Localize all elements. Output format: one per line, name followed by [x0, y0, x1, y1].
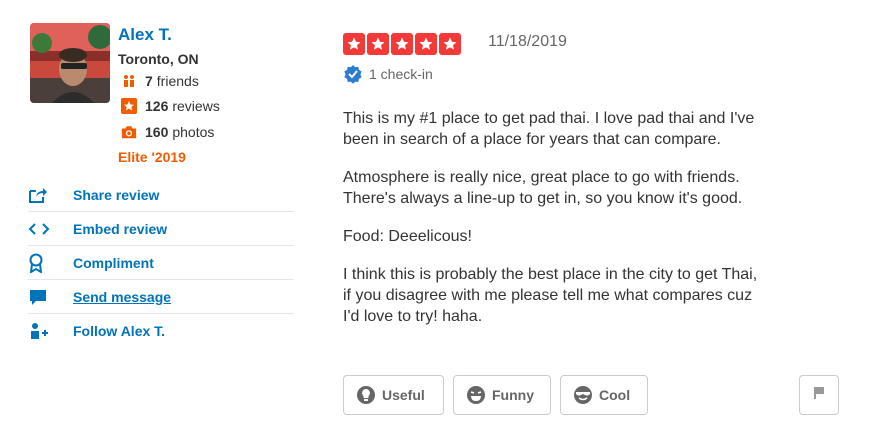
avatar[interactable]: [30, 23, 110, 103]
award-ribbon-icon: [28, 253, 54, 273]
user-location: Toronto, ON: [118, 51, 199, 67]
funny-button[interactable]: Funny: [453, 375, 551, 415]
photos-count: 160: [145, 124, 169, 140]
follow-user-link[interactable]: Follow Alex T.: [73, 323, 165, 339]
checkin-count: 1 check-in: [369, 66, 433, 82]
review-paragraph: This is my #1 place to get pad thai. I l…: [343, 110, 755, 148]
star-icon: [121, 98, 137, 114]
share-icon: [28, 185, 54, 205]
elite-badge[interactable]: Elite '2019: [118, 149, 186, 165]
reviews-count: 126: [145, 98, 169, 114]
photos-stat: 160 photos: [121, 124, 214, 140]
laughing-face-icon: [466, 385, 486, 405]
review-paragraph: I think this is probably the best place …: [343, 266, 758, 325]
lightbulb-icon: [356, 385, 376, 405]
checkin-badge-icon: [343, 64, 363, 84]
send-message-action[interactable]: Send message: [28, 280, 294, 314]
star-icon: [367, 33, 389, 55]
useful-button[interactable]: Useful: [343, 375, 444, 415]
chat-bubble-icon: [28, 287, 54, 307]
sunglasses-face-icon: [573, 385, 593, 405]
star-icon: [439, 33, 461, 55]
camera-icon: [121, 124, 137, 140]
photos-label: photos: [172, 124, 215, 140]
star-icon: [415, 33, 437, 55]
star-icon: [343, 33, 365, 55]
follow-user-icon: [28, 321, 54, 341]
embed-review-link[interactable]: Embed review: [73, 221, 167, 237]
review-body: This is my #1 place to get pad thai. I l…: [343, 108, 848, 344]
send-message-link[interactable]: Send message: [73, 289, 171, 305]
embed-icon: [28, 219, 54, 239]
review-paragraph: Food: Deeelicous!: [343, 228, 472, 245]
review-actions: Share review Embed review Compliment Sen…: [28, 178, 294, 347]
star-rating: [343, 33, 461, 55]
checkin-info: 1 check-in: [343, 64, 433, 84]
cool-label: Cool: [599, 387, 631, 403]
compliment-action[interactable]: Compliment: [28, 246, 294, 280]
friends-label: friends: [156, 73, 199, 89]
reviews-stat: 126 reviews: [121, 98, 220, 114]
embed-review-action[interactable]: Embed review: [28, 212, 294, 246]
review-date: 11/18/2019: [488, 33, 567, 50]
reviews-label: reviews: [172, 98, 220, 114]
star-icon: [391, 33, 413, 55]
share-review-action[interactable]: Share review: [28, 178, 294, 212]
share-review-link[interactable]: Share review: [73, 187, 159, 203]
cool-button[interactable]: Cool: [560, 375, 648, 415]
friends-icon: [121, 73, 137, 89]
flag-icon: [812, 386, 826, 405]
report-button[interactable]: [799, 375, 839, 415]
friends-stat: 7 friends: [121, 73, 199, 89]
follow-user-action[interactable]: Follow Alex T.: [28, 314, 294, 347]
review-paragraph: Atmosphere is really nice, great place t…: [343, 169, 743, 207]
user-name[interactable]: Alex T.: [118, 25, 172, 45]
compliment-link[interactable]: Compliment: [73, 255, 154, 271]
friends-count: 7: [145, 73, 153, 89]
funny-label: Funny: [492, 387, 534, 403]
useful-label: Useful: [382, 387, 425, 403]
